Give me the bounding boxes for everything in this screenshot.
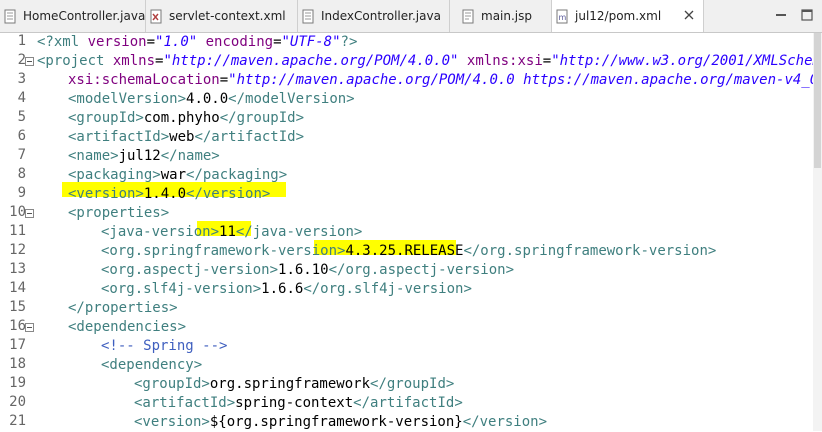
code-line-3: xsi:schemaLocation="http://maven.apache.… [68, 72, 822, 88]
tab-label: HomeController.java [23, 9, 146, 23]
code-line-11: <java-version>11</java-version> [101, 224, 363, 240]
maximize-icon[interactable] [800, 8, 814, 22]
line-number: 11 [9, 223, 26, 239]
editor-tab-bar: HomeController.java servlet-context.xml … [0, 0, 822, 33]
java-file-icon [4, 9, 16, 23]
code-line-6: <artifactId>web</artifactId> [68, 129, 305, 145]
tab-servlet-context[interactable]: servlet-context.xml [146, 0, 298, 32]
code-line-13: <org.aspectj-version>1.6.10</org.aspectj… [101, 262, 515, 278]
code-line-14: <org.slf4j-version>1.6.6</org.slf4j-vers… [101, 281, 472, 297]
jsp-file-icon [462, 9, 474, 23]
code-line-5: <groupId>com.phyho</groupId> [68, 110, 305, 126]
tab-label: jul12/pom.xml [575, 9, 662, 23]
tab-label: servlet-context.xml [169, 9, 286, 23]
code-line-4: <modelVersion>4.0.0</modelVersion> [68, 91, 355, 107]
fold-toggle-icon[interactable] [25, 323, 34, 332]
tab-indexcontroller[interactable]: IndexController.java [298, 0, 450, 32]
line-number: 13 [9, 261, 26, 277]
code-line-16: <dependencies> [68, 319, 187, 335]
line-number: 9 [17, 185, 26, 201]
tab-homecontroller[interactable]: HomeController.java [0, 0, 146, 32]
line-number: 14 [9, 280, 26, 296]
line-number-ruler: 1 2 3 4 5 6 7 8 9 10 11 12 13 14 15 16 1… [0, 33, 36, 431]
line-number: 16 [9, 318, 26, 334]
tab-label: main.jsp [481, 9, 532, 23]
line-number: 19 [9, 375, 26, 391]
line-number: 17 [9, 337, 26, 353]
code-line-10: <properties> [68, 205, 170, 221]
code-line-1: <?xml version="1.0" encoding="UTF-8"?> [37, 34, 358, 50]
line-number: 7 [17, 147, 26, 163]
code-line-12: <org.springframework-version>4.3.25.RELE… [101, 243, 717, 259]
code-line-21: <version>${org.springframework-version}<… [134, 414, 548, 430]
svg-text:m: m [559, 13, 567, 22]
line-number: 2 [17, 52, 26, 68]
line-number: 18 [9, 356, 26, 372]
xml-file-icon [150, 9, 162, 23]
code-line-18: <dependency> [101, 357, 203, 373]
code-line-2: <project xmlns="http://maven.apache.org/… [37, 53, 822, 69]
line-number: 21 [9, 413, 26, 429]
line-number: 15 [9, 299, 26, 315]
fold-toggle-icon[interactable] [25, 57, 34, 66]
code-line-15: </properties> [68, 300, 178, 316]
minimize-icon[interactable] [774, 8, 788, 22]
line-number: 3 [17, 71, 26, 87]
code-line-17: <!-- Spring --> [101, 338, 228, 354]
line-number: 8 [17, 166, 26, 182]
line-number: 20 [9, 394, 26, 410]
line-number: 12 [9, 242, 26, 258]
line-number: 1 [17, 33, 26, 49]
fold-toggle-icon[interactable] [25, 209, 34, 218]
java-file-icon [302, 9, 314, 23]
vertical-scrollbar[interactable] [813, 33, 822, 431]
line-number: 4 [17, 90, 26, 106]
tab-pom-xml[interactable]: m jul12/pom.xml [552, 0, 704, 32]
code-line-20: <artifactId>spring-context</artifactId> [134, 395, 463, 411]
line-number: 10 [9, 204, 26, 220]
close-icon[interactable] [683, 9, 695, 21]
tab-main-jsp[interactable]: main.jsp [450, 0, 552, 32]
tab-label: IndexController.java [321, 9, 441, 23]
code-line-8: <packaging>war</packaging> [68, 167, 288, 183]
code-line-7: <name>jul12</name> [68, 148, 220, 164]
code-line-9: <version>1.4.0</version> [68, 186, 271, 202]
line-number: 6 [17, 128, 26, 144]
scrollbar-thumb[interactable] [814, 33, 821, 168]
code-editor[interactable]: 1 2 3 4 5 6 7 8 9 10 11 12 13 14 15 16 1… [0, 33, 822, 431]
line-number: 5 [17, 109, 26, 125]
code-line-19: <groupId>org.springframework</groupId> [134, 376, 455, 392]
maven-pom-icon: m [556, 9, 568, 23]
